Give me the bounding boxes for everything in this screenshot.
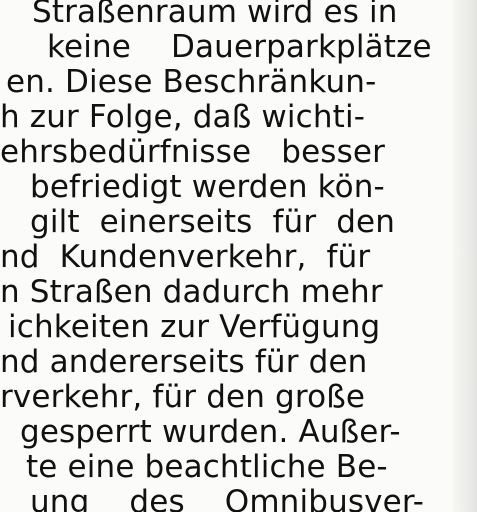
text-line-10: ichkeiten zur Verfügung bbox=[8, 309, 381, 345]
text-line-6: befriedigt werden kön- bbox=[30, 169, 385, 205]
text-line-4: h zur Folge, daß wichti- bbox=[0, 99, 366, 135]
text-line-7: gilt einerseits für den bbox=[30, 204, 396, 240]
page-gutter bbox=[453, 0, 477, 512]
text-line-15: ung des Omnibusver- bbox=[30, 484, 425, 512]
text-line-2: keine Dauerparkplätze bbox=[47, 29, 432, 65]
text-line-8: nd Kundenverkehr, für bbox=[0, 239, 371, 275]
text-line-13: gesperrt wurden. Außer- bbox=[20, 414, 401, 450]
text-line-3: en. Diese Beschränkun- bbox=[6, 64, 377, 100]
scanned-page: Straßenraum wird es in keine Dauerparkpl… bbox=[0, 0, 477, 512]
text-line-11: nd andererseits für den bbox=[0, 344, 368, 380]
text-line-1: Straßenraum wird es in bbox=[32, 0, 398, 30]
text-line-14: te eine beachtliche Be- bbox=[26, 449, 388, 485]
text-column: Straßenraum wird es in keine Dauerparkpl… bbox=[0, 0, 477, 512]
text-line-9: n Straßen dadurch mehr bbox=[0, 274, 383, 310]
text-line-12: rverkehr, für den große bbox=[0, 379, 366, 415]
text-line-5: ehrsbedürfnisse besser bbox=[0, 134, 386, 170]
